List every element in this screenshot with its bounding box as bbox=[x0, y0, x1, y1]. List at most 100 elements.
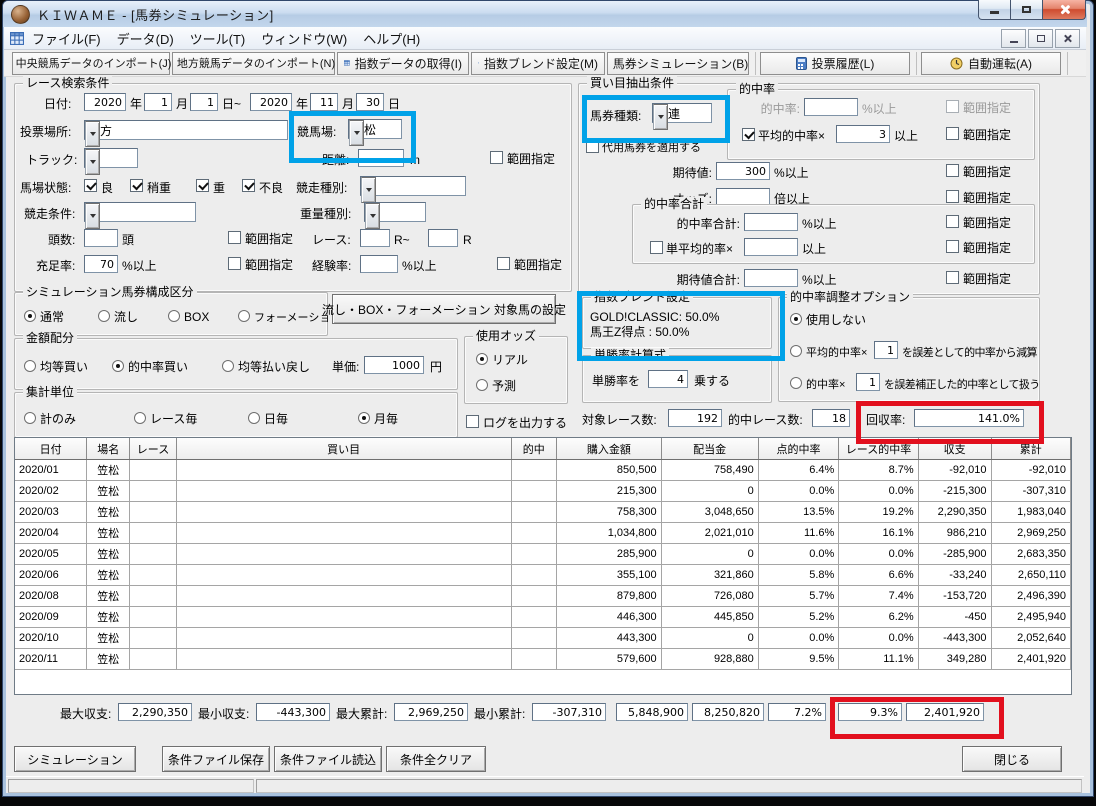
dropdown-button[interactable] bbox=[361, 177, 376, 203]
close-button[interactable] bbox=[1042, 0, 1086, 20]
column-header[interactable]: 購入金額 bbox=[556, 438, 662, 460]
mdi-minimize-button[interactable] bbox=[1001, 29, 1026, 48]
date-month1-field[interactable] bbox=[144, 93, 172, 111]
weight-type-select[interactable] bbox=[364, 202, 426, 229]
cond-good-checkbox[interactable] bbox=[84, 179, 97, 192]
ticket-normal-radio[interactable] bbox=[24, 310, 36, 322]
maximize-button[interactable] bbox=[1010, 0, 1043, 20]
ticket-formation-radio[interactable] bbox=[238, 310, 250, 322]
menu-tool[interactable]: ツール(T) bbox=[182, 27, 254, 50]
mdi-close-button[interactable] bbox=[1055, 29, 1080, 48]
toolbar-import-nar-button[interactable]: 地方競馬データのインポート(N) bbox=[172, 51, 335, 75]
table-row[interactable]: 2020/11 笠松 579,600 928,880 9.5% 11.1% 349,280 2… bbox=[15, 648, 1071, 670]
race-no-from-field[interactable] bbox=[360, 229, 390, 247]
single-avg-rate-field[interactable] bbox=[744, 238, 798, 256]
table-row[interactable]: 2020/04 笠松 1,034,800 2,021,010 11.6% 16.1% 986… bbox=[15, 522, 1071, 544]
ticket-nagashi-radio[interactable] bbox=[98, 310, 110, 322]
table-row[interactable]: 2020/10 笠松 443,300 0 0.0% 0.0% -443,300 2,052,6… bbox=[15, 627, 1071, 649]
max-balance-field[interactable] bbox=[118, 703, 192, 721]
cond-bad-checkbox[interactable] bbox=[242, 179, 255, 192]
column-header[interactable]: レース bbox=[129, 438, 177, 460]
odds-forecast-radio[interactable] bbox=[476, 379, 488, 391]
total-balance-field[interactable] bbox=[906, 703, 984, 721]
ticket-box-radio[interactable] bbox=[168, 310, 180, 322]
hit-races-field[interactable] bbox=[812, 409, 850, 427]
menu-window[interactable]: ウィンドウ(W) bbox=[253, 27, 355, 50]
vote-place-select[interactable]: 地方 bbox=[84, 120, 288, 147]
dropdown-button[interactable] bbox=[85, 203, 100, 229]
toolbar-simulation-button[interactable]: 馬券シミュレーション(B) bbox=[607, 51, 749, 75]
table-header-row[interactable]: 日付 場名 レース 買い目 的中 購入金額 配当金 点的中率 レース的中率 収支 累計 bbox=[15, 438, 1071, 460]
toolbar-get-index-button[interactable]: 指数データの取得(I) bbox=[337, 51, 469, 75]
avg-hit-rate-field[interactable] bbox=[836, 125, 890, 143]
odds-real-radio[interactable] bbox=[476, 353, 488, 365]
expected-total-range-checkbox[interactable] bbox=[946, 271, 959, 284]
simulation-button[interactable]: シミュレーション bbox=[14, 746, 136, 772]
exp-rate-range-checkbox[interactable] bbox=[497, 257, 510, 270]
max-cumulative-field[interactable] bbox=[394, 703, 468, 721]
substitute-ticket-checkbox[interactable] bbox=[586, 140, 599, 153]
distance-range-checkbox[interactable] bbox=[490, 151, 503, 164]
amount-equal-return-radio[interactable] bbox=[222, 360, 234, 372]
heads-range-checkbox[interactable] bbox=[228, 231, 241, 244]
avg-hit-rate-range-checkbox[interactable] bbox=[946, 127, 959, 140]
cond-heavy-checkbox[interactable] bbox=[196, 179, 209, 192]
target-races-field[interactable] bbox=[668, 409, 722, 427]
race-type-select[interactable] bbox=[360, 176, 466, 203]
fill-rate-range-checkbox[interactable] bbox=[228, 257, 241, 270]
unit-price-field[interactable] bbox=[364, 356, 424, 374]
table-row[interactable]: 2020/08 笠松 879,800 726,080 5.7% 7.4% -153,720 2… bbox=[15, 585, 1071, 607]
column-header[interactable]: 場名 bbox=[86, 438, 131, 460]
column-header[interactable]: 累計 bbox=[991, 438, 1071, 460]
date-year1-field[interactable] bbox=[84, 93, 126, 111]
adjust-none-radio[interactable] bbox=[790, 313, 802, 325]
hit-rate-total-field[interactable] bbox=[744, 213, 798, 231]
clear-all-conditions-button[interactable]: 条件全クリア bbox=[386, 746, 486, 772]
amount-hitrate-buy-radio[interactable] bbox=[112, 360, 124, 372]
exp-rate-field[interactable] bbox=[360, 255, 398, 273]
toolbar-blend-setting-button[interactable]: 指数ブレンド設定(M) bbox=[471, 51, 605, 75]
single-avg-rate-range-checkbox[interactable] bbox=[946, 240, 959, 253]
column-header[interactable]: 配当金 bbox=[661, 438, 759, 460]
race-no-to-field[interactable] bbox=[428, 229, 458, 247]
total-race-hit-rate-field[interactable] bbox=[838, 703, 902, 721]
dropdown-button[interactable] bbox=[85, 121, 100, 147]
output-log-checkbox[interactable] bbox=[466, 415, 479, 428]
menu-file[interactable]: ファイル(F) bbox=[24, 27, 109, 50]
date-day1-field[interactable] bbox=[190, 93, 218, 111]
toolbar-import-jra-button[interactable]: 中央競馬データのインポート(J) bbox=[12, 51, 171, 75]
load-condition-file-button[interactable]: 条件ファイル読込 bbox=[274, 746, 382, 772]
race-cond-select[interactable] bbox=[84, 202, 196, 229]
column-header[interactable]: レース的中率 bbox=[838, 438, 919, 460]
hit-rate-field[interactable] bbox=[804, 98, 858, 116]
expected-value-field[interactable] bbox=[716, 162, 770, 180]
min-balance-field[interactable] bbox=[256, 703, 330, 721]
mdi-restore-button[interactable] bbox=[1028, 29, 1053, 48]
table-row[interactable]: 2020/09 笠松 446,300 445,850 5.2% 6.2% -450 2,495… bbox=[15, 606, 1071, 628]
dropdown-button[interactable] bbox=[365, 203, 380, 229]
ticket-type-select[interactable]: 枠連 bbox=[652, 103, 712, 130]
track-select[interactable] bbox=[84, 148, 138, 175]
distance-field[interactable] bbox=[358, 149, 404, 167]
agg-monthly-radio[interactable] bbox=[358, 412, 370, 424]
toolbar-vote-history-button[interactable]: 投票履歴(L) bbox=[760, 51, 910, 75]
toolbar-auto-run-button[interactable]: 自動運転(A) bbox=[921, 51, 1061, 75]
odds-range-checkbox[interactable] bbox=[946, 190, 959, 203]
date-year2-field[interactable] bbox=[250, 93, 292, 111]
table-row[interactable]: 2020/01 笠松 850,500 758,490 6.4% 8.7% -92,010 -9… bbox=[15, 459, 1071, 481]
column-header[interactable]: 日付 bbox=[15, 438, 88, 460]
cond-slightly-heavy-checkbox[interactable] bbox=[130, 179, 143, 192]
min-cumulative-field[interactable] bbox=[532, 703, 606, 721]
adjust-correct-radio[interactable] bbox=[790, 377, 802, 389]
column-header[interactable]: 収支 bbox=[918, 438, 992, 460]
expected-total-field[interactable] bbox=[744, 269, 798, 287]
table-row[interactable]: 2020/05 笠松 285,900 0 0.0% 0.0% -285,900 2,683,3… bbox=[15, 543, 1071, 565]
heads-field[interactable] bbox=[84, 229, 118, 247]
column-header[interactable]: 点的中率 bbox=[758, 438, 840, 460]
dropdown-button[interactable] bbox=[349, 120, 364, 146]
menu-data[interactable]: データ(D) bbox=[109, 27, 182, 50]
results-table-container[interactable]: 日付 場名 レース 買い目 的中 購入金額 配当金 点的中率 レース的中率 収支 累計 2020/0… bbox=[14, 437, 1072, 695]
target-horse-setting-button[interactable]: 流し・BOX・フォーメーション 対象馬の設定 bbox=[322, 294, 566, 324]
expected-value-range-checkbox[interactable] bbox=[946, 164, 959, 177]
total-point-hit-rate-field[interactable] bbox=[768, 703, 826, 721]
